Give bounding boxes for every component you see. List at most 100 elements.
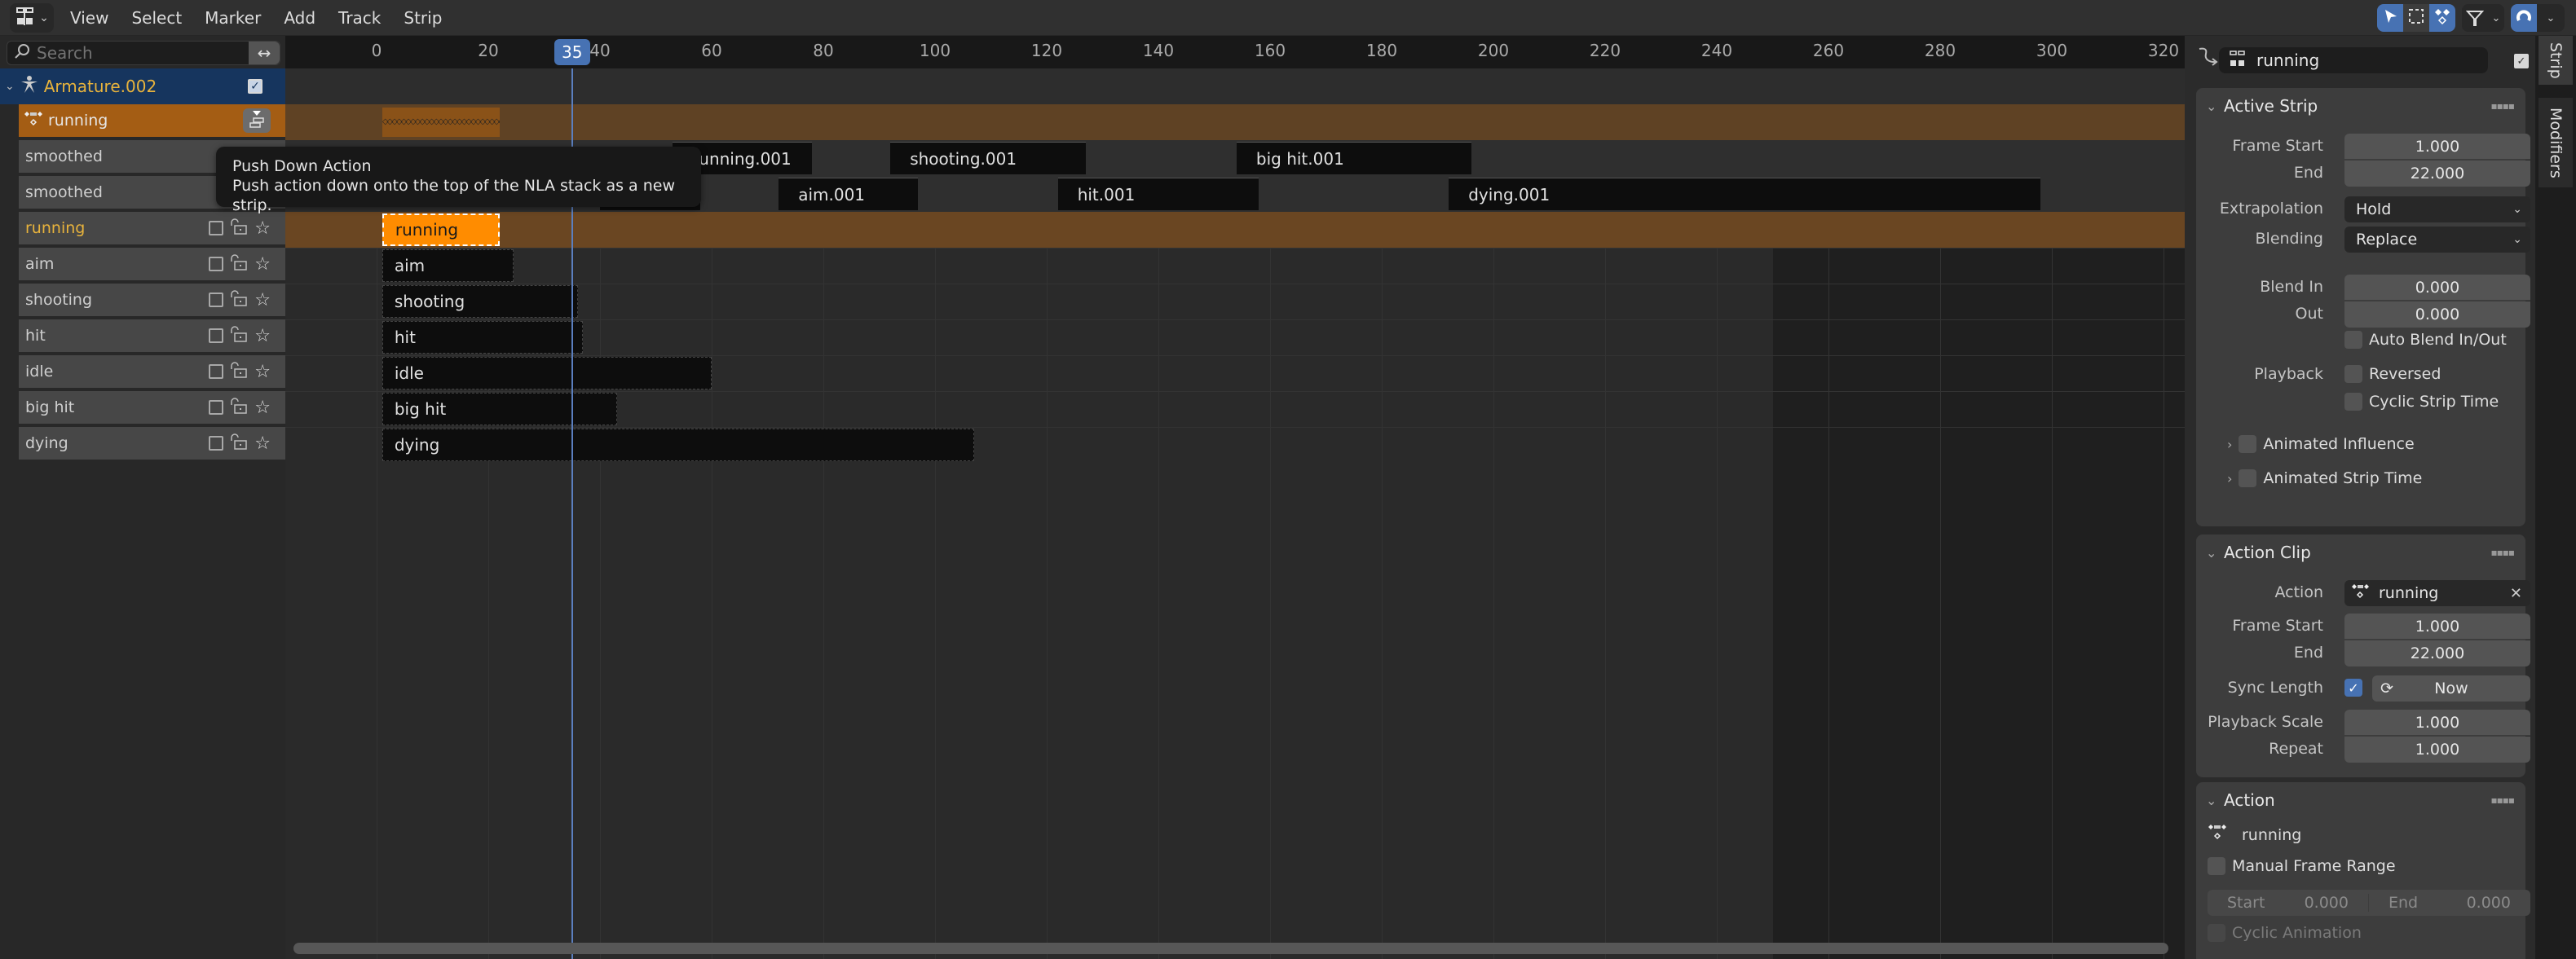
track-row[interactable]: hit ☆	[19, 319, 285, 352]
nla-strip[interactable]: hit	[382, 321, 584, 354]
push-down-button[interactable]	[243, 108, 271, 133]
cyclic-animation-checkbox[interactable]	[2208, 924, 2225, 942]
range-start-field[interactable]: Start 0.000	[2208, 894, 2369, 912]
lock-open-icon[interactable]	[228, 397, 249, 419]
nla-strip[interactable]: idle	[382, 357, 712, 389]
extrapolation-dropdown[interactable]: Hold ⌄	[2344, 196, 2530, 222]
action-line-keyframes[interactable]: ◇◇◇◇◇◇◇◇◇◇◇◇◇◇◇◇◇◇◇◇◇◇◇◇◇◇◇◇◇◇	[382, 108, 500, 137]
nla-strip[interactable]: shooting.001	[890, 142, 1086, 174]
track-enable-checkbox[interactable]	[209, 400, 224, 415]
auto-blend-toggle[interactable]: Auto Blend In/Out	[2344, 331, 2507, 349]
nla-strip[interactable]: shooting	[382, 285, 578, 318]
cyclic-strip-time-checkbox[interactable]	[2344, 393, 2362, 411]
animated-strip-time-checkbox[interactable]	[2239, 469, 2257, 487]
object-row-armature[interactable]: ⌄ Armature.002 ✓	[0, 68, 285, 104]
tab-strip[interactable]: Strip	[2539, 36, 2573, 85]
menu-add[interactable]: Add	[272, 8, 327, 28]
chevron-down-icon[interactable]: ⌄	[5, 80, 15, 93]
menu-select[interactable]: Select	[120, 8, 193, 28]
reversed-toggle[interactable]: Reversed	[2344, 365, 2441, 383]
filter-button[interactable]: ⌄	[2462, 4, 2504, 32]
menu-view[interactable]: View	[59, 8, 120, 28]
star-icon[interactable]: ☆	[254, 362, 271, 382]
action-line-row[interactable]: running	[19, 104, 285, 137]
manual-frame-range-toggle[interactable]: Manual Frame Range	[2208, 857, 2396, 875]
object-enable-checkbox[interactable]: ✓	[248, 79, 262, 94]
action-frame-start-field[interactable]: 1.000	[2344, 614, 2530, 640]
horizontal-scrollbar[interactable]	[293, 943, 2168, 954]
lock-open-icon[interactable]	[228, 361, 249, 383]
close-icon[interactable]: ✕	[2510, 585, 2522, 602]
playback-scale-field[interactable]: 1.000	[2344, 710, 2530, 736]
frame-end-field[interactable]: 22.000	[2344, 161, 2530, 187]
star-icon[interactable]: ☆	[254, 254, 271, 275]
strip-enable-checkbox[interactable]: ✓	[2514, 54, 2529, 68]
track-row[interactable]: big hit ☆	[19, 391, 285, 424]
action-clip-header[interactable]: ⌄ Action Clip ▪▪▪▪	[2196, 534, 2525, 570]
nla-strip[interactable]: aim.001	[779, 178, 919, 210]
action-frame-end-field[interactable]: 22.000	[2344, 640, 2530, 666]
star-icon[interactable]: ☆	[254, 398, 271, 418]
nla-strip-selected[interactable]: running	[382, 213, 500, 246]
nla-strip[interactable]: hit.001	[1057, 178, 1259, 210]
track-enable-checkbox[interactable]	[209, 436, 224, 451]
sync-now-button[interactable]: ⟳ Now	[2372, 675, 2530, 702]
cyclic-strip-time-toggle[interactable]: Cyclic Strip Time	[2344, 393, 2499, 411]
blend-out-field[interactable]: 0.000	[2344, 301, 2530, 328]
track-enable-checkbox[interactable]	[209, 328, 224, 343]
reversed-checkbox[interactable]	[2344, 365, 2362, 383]
nla-strip[interactable]: aim	[382, 249, 514, 282]
menu-track[interactable]: Track	[327, 8, 392, 28]
current-frame-indicator[interactable]: 35	[554, 39, 590, 65]
track-row[interactable]: idle ☆	[19, 355, 285, 388]
repeat-field[interactable]: 1.000	[2344, 737, 2530, 763]
animated-influence-subpanel[interactable]: › Animated Influence	[2227, 435, 2415, 453]
track-row[interactable]: running ☆	[19, 212, 285, 244]
track-enable-checkbox[interactable]	[209, 221, 224, 235]
action-selector[interactable]: running ✕	[2344, 580, 2530, 606]
nla-strip[interactable]: dying.001	[1449, 178, 2041, 210]
star-icon[interactable]: ☆	[254, 218, 271, 239]
active-strip-header[interactable]: ⌄ Active Strip ▪▪▪▪	[2196, 88, 2525, 124]
channel-search[interactable]: Search ↔	[7, 41, 280, 65]
editor-type-button[interactable]: ⌄	[10, 3, 54, 33]
nla-strip[interactable]: big hit	[382, 393, 617, 425]
track-row[interactable]: dying ☆	[19, 427, 285, 460]
star-icon[interactable]: ☆	[254, 290, 271, 310]
action-header[interactable]: ⌄ Action ▪▪▪▪	[2196, 782, 2525, 818]
lock-open-icon[interactable]	[228, 325, 249, 347]
menu-strip[interactable]: Strip	[392, 8, 453, 28]
lock-open-icon[interactable]	[228, 289, 249, 311]
sync-length-checkbox[interactable]: ✓	[2344, 679, 2362, 697]
range-end-field[interactable]: End 0.000	[2369, 894, 2530, 912]
keyframe-toggle-button[interactable]	[2429, 4, 2455, 32]
track-row[interactable]: aim ☆	[19, 248, 285, 280]
frame-start-field[interactable]: 1.000	[2344, 134, 2530, 160]
lock-open-icon[interactable]	[228, 218, 249, 240]
drag-grip-icon[interactable]: ▪▪▪▪	[2490, 547, 2515, 558]
drag-grip-icon[interactable]: ▪▪▪▪	[2490, 100, 2515, 112]
swap-arrows-icon[interactable]: ↔	[249, 42, 280, 64]
snap-button[interactable]: ⌄	[2511, 4, 2565, 32]
cyclic-animation-toggle[interactable]: Cyclic Animation	[2208, 924, 2362, 942]
animated-influence-checkbox[interactable]	[2239, 435, 2257, 453]
track-row[interactable]: shooting ☆	[19, 284, 285, 316]
nla-strip[interactable]: big hit.001	[1236, 142, 1471, 174]
track-enable-checkbox[interactable]	[209, 293, 224, 307]
animated-strip-time-subpanel[interactable]: › Animated Strip Time	[2227, 469, 2422, 487]
lock-open-icon[interactable]	[228, 253, 249, 275]
drag-grip-icon[interactable]: ▪▪▪▪	[2490, 794, 2515, 806]
lock-open-icon[interactable]	[228, 433, 249, 455]
select-cursor-button[interactable]	[2377, 4, 2403, 32]
nla-strip[interactable]: dying	[382, 429, 974, 461]
box-select-button[interactable]	[2403, 4, 2429, 32]
track-enable-checkbox[interactable]	[209, 257, 224, 271]
star-icon[interactable]: ☆	[254, 433, 271, 454]
blend-in-field[interactable]: 0.000	[2344, 275, 2530, 301]
blending-dropdown[interactable]: Replace ⌄	[2344, 227, 2530, 253]
manual-frame-range-checkbox[interactable]	[2208, 857, 2225, 875]
star-icon[interactable]: ☆	[254, 326, 271, 346]
menu-marker[interactable]: Marker	[193, 8, 272, 28]
search-input[interactable]: Search	[37, 43, 249, 63]
tab-modifiers[interactable]: Modifiers	[2539, 98, 2573, 187]
